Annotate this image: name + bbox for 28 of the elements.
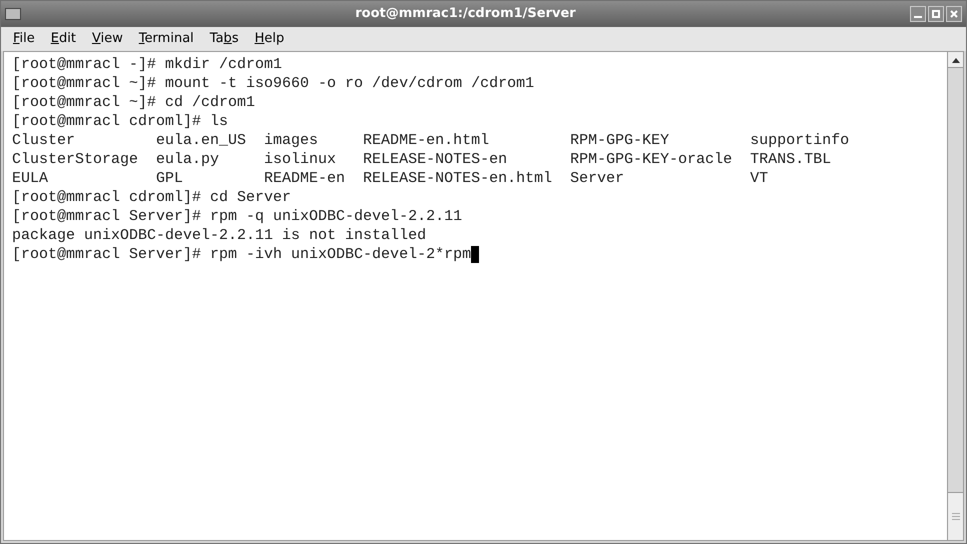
terminal-line: Cluster eula.en_US images README-en.html RPM-GPG-KEY supportinfo (12, 131, 850, 150)
menu-item[interactable]: Help (254, 29, 284, 49)
terminal-line: [root@mmracl ~]# mount -t iso9660 -o ro /dev/cdrom /cdrom1 (12, 74, 534, 93)
terminal-line: ClusterStorage eula.py isolinux RELEASE-NOTES-en RPM-GPG-KEY-oracle TRANS.TBL (12, 150, 832, 169)
close-icon (950, 10, 958, 18)
scroll-up-icon[interactable] (948, 52, 963, 68)
menu-item[interactable]: File (13, 29, 35, 49)
terminal-line: [root@mmracl Server]# rpm -ivh unixODBC-devel-2*rpm (12, 245, 472, 264)
maximize-icon (932, 10, 940, 18)
window-title: root@mmrac1:/cdrom1/Server (354, 5, 577, 24)
terminal-line: [root@mmracl Server]# rpm -q unixODBC-devel-2.2.11 (12, 207, 462, 226)
terminal-icon (5, 8, 21, 20)
close-button[interactable] (946, 6, 962, 22)
scroll-thumb[interactable] (948, 492, 963, 540)
terminal-line: [root@mmracl cdroml]# ls (12, 112, 228, 131)
terminal-line: [root@mmracl cdroml]# cd Server (12, 188, 292, 207)
minimize-icon (914, 16, 922, 18)
menu-item[interactable]: Tabs (210, 29, 239, 49)
terminal-line: package unixODBC-devel-2.2.11 is not installed (12, 226, 426, 245)
menu-item[interactable]: Edit (50, 29, 76, 49)
menu-item[interactable]: Terminal (138, 29, 194, 49)
terminal-line: EULA GPL README-en RELEASE-NOTES-en.html Server VT (12, 169, 768, 188)
scrollbar[interactable] (947, 52, 963, 540)
menu-item[interactable]: View (92, 29, 123, 49)
minimize-button[interactable] (910, 6, 926, 22)
maximize-button[interactable] (928, 6, 944, 22)
terminal-line: [root@mmracl ~]# cd /cdrom1 (12, 93, 256, 112)
terminal-line: [root@mmracl -]# mkdir /cdrom1 (12, 55, 282, 74)
